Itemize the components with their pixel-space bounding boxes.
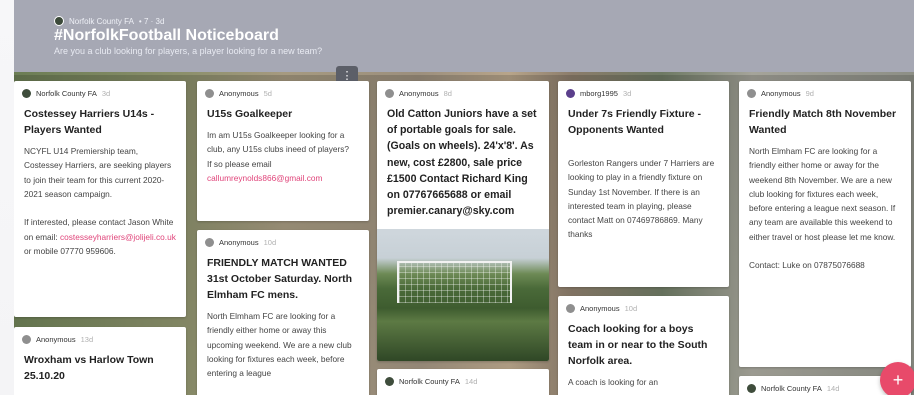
post-header: Anonymous 5d <box>197 81 369 99</box>
post-author: Norfolk County FA <box>36 89 97 98</box>
post-header: mborg1995 3d <box>558 81 729 99</box>
post-card[interactable]: Anonymous 10d Coach looking for a boys t… <box>558 296 729 395</box>
post-author: Norfolk County FA <box>399 377 460 386</box>
board-stats: • 7 · 3d <box>138 16 165 26</box>
post-age: 3d <box>622 89 632 98</box>
post-header: Anonymous 9d <box>739 81 911 99</box>
goals-photo[interactable] <box>377 229 549 361</box>
author-avatar <box>22 335 31 344</box>
post-header: Anonymous 13d <box>14 327 186 345</box>
board-subtitle: Are you a club looking for players, a pl… <box>54 46 323 56</box>
post-email-link[interactable]: callumreynolds866@gmail.com <box>207 173 322 183</box>
post-header: Anonymous 10d <box>197 230 369 248</box>
author-avatar <box>205 89 214 98</box>
post-body: Gorleston Rangers under 7 Harriers are l… <box>568 158 715 240</box>
author-avatar <box>385 377 394 386</box>
post-author: Norfolk County FA <box>761 384 822 393</box>
author-avatar <box>385 89 394 98</box>
author-avatar <box>747 89 756 98</box>
post-body: North Elmham FC are looking for a friend… <box>207 311 352 379</box>
author-avatar <box>566 89 575 98</box>
post-card[interactable]: Anonymous 9d Friendly Match 8th November… <box>739 81 911 367</box>
post-title: Wroxham vs Harlow Town 25.10.20 <box>24 354 154 382</box>
author-avatar <box>22 89 31 98</box>
author-avatar <box>205 238 214 247</box>
post-header: Anonymous 10d <box>558 296 729 314</box>
post-age: 13d <box>80 335 94 344</box>
post-age: 10d <box>263 238 277 247</box>
goal-frame <box>397 261 512 303</box>
goal-net <box>399 263 510 303</box>
post-card[interactable]: Anonymous 10d FRIENDLY MATCH WANTED 31st… <box>197 230 369 395</box>
post-header: Norfolk County FA 14d <box>377 369 549 387</box>
post-body-text: Im am U15s Goalkeeper looking for a club… <box>207 130 350 169</box>
post-title: Coach looking for a boys team in or near… <box>568 323 708 367</box>
post-title: Friendly Match 8th November Wanted <box>749 108 897 136</box>
post-title: Under 7s Friendly Fixture - Opponents Wa… <box>568 108 702 136</box>
author-avatar <box>747 384 756 393</box>
post-age: 14d <box>464 377 478 386</box>
post-author: Anonymous <box>761 89 801 98</box>
board-background: Norfolk County FA • 7 · 3d #NorfolkFootb… <box>14 0 914 395</box>
post-author: Anonymous <box>219 238 259 247</box>
post-author: Anonymous <box>219 89 259 98</box>
post-body: North Elmham FC are looking for a friend… <box>749 146 896 271</box>
board-owner[interactable]: Norfolk County FA <box>69 17 134 26</box>
post-author: Anonymous <box>399 89 439 98</box>
post-title: Old Catton Juniors have a set of portabl… <box>387 108 537 218</box>
post-card[interactable]: Norfolk County FA 3d Costessey Harriers … <box>14 81 186 317</box>
post-body: NCYFL U14 Premiership team, Costessey Ha… <box>14 138 186 258</box>
post-body-text-tail: or mobile 07770 959606. <box>24 246 116 257</box>
board-title: #NorfolkFootball Noticeboard <box>54 27 279 44</box>
post-author: Anonymous <box>36 335 76 344</box>
plus-icon: + <box>892 370 904 390</box>
board-meta: Norfolk County FA • 7 · 3d <box>54 15 164 27</box>
post-age: 14d <box>826 384 840 393</box>
org-avatar[interactable] <box>54 16 64 26</box>
author-avatar <box>566 304 575 313</box>
post-age: 3d <box>101 89 111 98</box>
post-card[interactable]: Anonymous 8d Old Catton Juniors have a s… <box>377 81 549 361</box>
post-age: 5d <box>263 89 272 98</box>
post-age: 10d <box>624 304 638 313</box>
post-body: Im am U15s Goalkeeper looking for a club… <box>197 122 369 185</box>
post-header: Anonymous 8d <box>377 81 549 99</box>
post-author: mborg1995 <box>580 89 618 98</box>
post-header: Norfolk County FA 3d <box>14 81 186 99</box>
post-email-link[interactable]: costesseyharriers@jolijeli.co.uk <box>60 232 176 242</box>
post-body-text: NCYFL U14 Premiership team, Costessey Ha… <box>24 146 174 242</box>
post-body: A coach is looking for an <box>568 377 658 387</box>
post-card[interactable]: Anonymous 13d Wroxham vs Harlow Town 25.… <box>14 327 186 395</box>
board-header: Norfolk County FA • 7 · 3d #NorfolkFootb… <box>14 0 914 72</box>
post-card[interactable]: Norfolk County FA 14d <box>377 369 549 395</box>
add-post-button[interactable]: + <box>880 362 914 395</box>
post-age: 8d <box>443 89 452 98</box>
post-title: FRIENDLY MATCH WANTED 31st October Satur… <box>207 257 353 301</box>
post-title: U15s Goalkeeper <box>207 108 293 120</box>
post-card[interactable]: Anonymous 5d U15s Goalkeeper Im am U15s … <box>197 81 369 221</box>
post-title: Costessey Harriers U14s - Players Wanted <box>24 108 155 136</box>
post-card[interactable]: mborg1995 3d Under 7s Friendly Fixture -… <box>558 81 729 287</box>
post-age: 9d <box>805 89 814 98</box>
post-author: Anonymous <box>580 304 620 313</box>
